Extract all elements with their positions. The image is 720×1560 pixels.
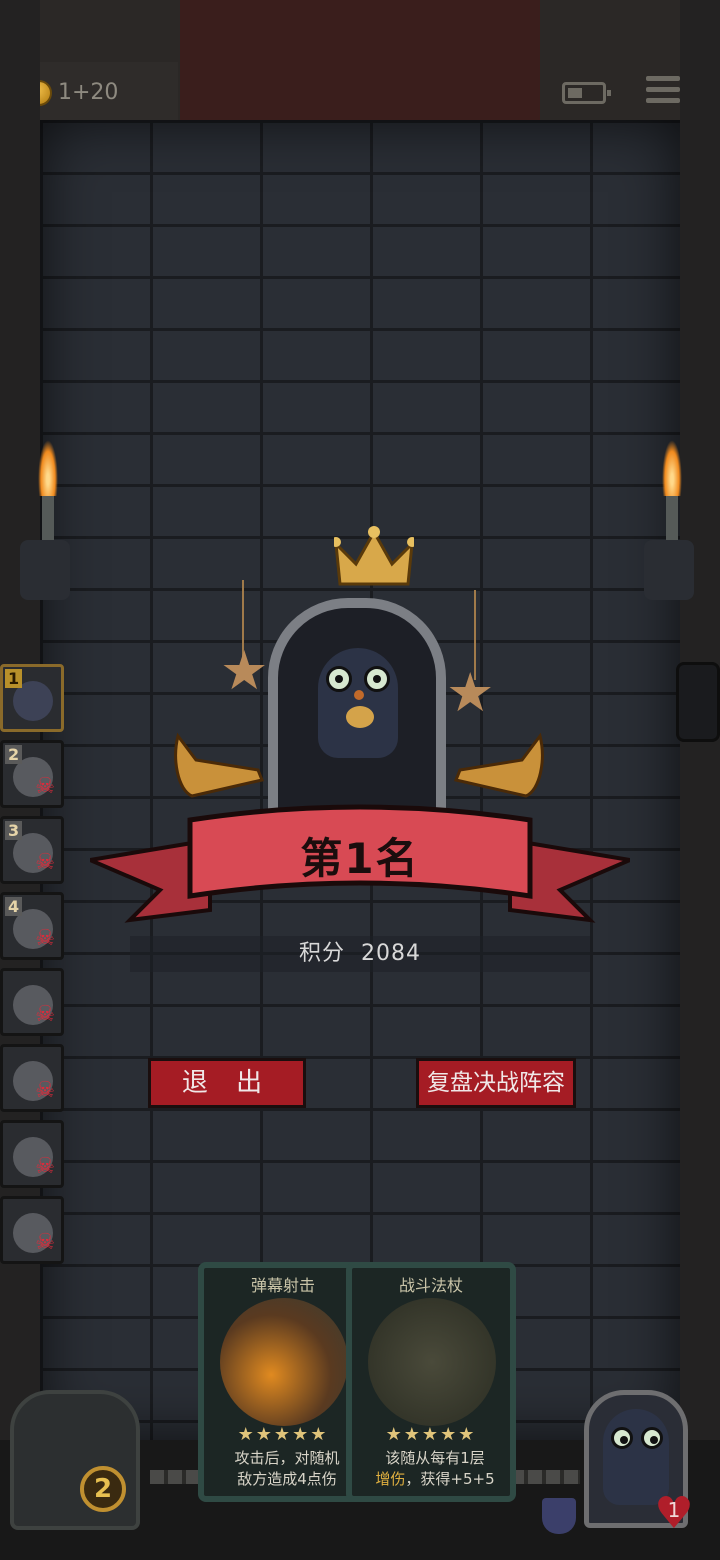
coin-counter: 1+20 <box>58 80 119 105</box>
shop-level-badge: 2 <box>80 1466 126 1512</box>
roster-slot-8[interactable]: ☠ <box>0 1196 64 1264</box>
skull-icon: ☠ <box>35 1230 55 1255</box>
rank-label: 第1名 <box>300 834 420 883</box>
first-place-emblem: ★ ★ 第1名 <box>90 520 630 940</box>
star-icon: ★ <box>220 639 269 702</box>
flame-icon <box>38 440 58 496</box>
roster-slot-7[interactable]: ☠ <box>0 1120 64 1188</box>
side-handle[interactable] <box>676 662 720 742</box>
score-label: 积分 <box>298 941 345 966</box>
roster-slot-6[interactable]: ☠ <box>0 1044 64 1112</box>
roster-rank: 2 <box>5 745 23 764</box>
flame-icon <box>662 440 682 496</box>
player-roster: 1 2 ☠ 3 ☠ 4 ☠ ☠ ☠ ☠ ☠ <box>0 664 70 1272</box>
score-display: 积分 2084 <box>130 936 590 972</box>
horn-icon <box>174 732 265 798</box>
roster-slot-1[interactable]: 1 <box>0 664 64 732</box>
tavern-shop-button[interactable] <box>10 1390 140 1530</box>
hero-health: 1 <box>667 1498 681 1522</box>
card-description: 该随从每有1层 增伤，获得+5+5 <box>375 1449 495 1488</box>
roster-rank: 3 <box>5 821 23 840</box>
menu-icon[interactable] <box>646 76 680 106</box>
skull-icon: ☠ <box>35 1154 55 1179</box>
top-curtain <box>180 0 540 122</box>
crown-icon <box>334 526 414 586</box>
roster-slot-5[interactable]: ☠ <box>0 968 64 1036</box>
card-stars: ★★★★★ <box>237 1424 329 1445</box>
exit-button[interactable]: 退 出 <box>148 1058 306 1108</box>
spell-card-2[interactable]: 战斗法杖 ★★★★★ 该随从每有1层 增伤，获得+5+5 <box>346 1262 516 1502</box>
roster-rank: 4 <box>5 897 23 916</box>
replay-lineup-button[interactable]: 复盘决战阵容 <box>416 1058 576 1108</box>
star-icon: ★ <box>446 661 495 724</box>
battery-icon <box>562 82 611 104</box>
card-name: 战斗法杖 <box>398 1276 463 1295</box>
roster-slot-2[interactable]: 2 ☠ <box>0 740 64 808</box>
card-description: 攻击后，对随机 敌方造成4点伤 <box>234 1449 340 1488</box>
skull-icon: ☠ <box>35 850 55 875</box>
card-art <box>368 1298 496 1426</box>
spell-card-1[interactable]: 弹幕射击 ★★★★★ 攻击后，对随机 敌方造成4点伤 <box>198 1262 368 1502</box>
right-pillar <box>680 0 720 1560</box>
card-art <box>220 1298 348 1426</box>
skull-icon: ☠ <box>35 1002 55 1027</box>
score-value: 2084 <box>361 941 421 966</box>
horn-icon <box>453 732 544 798</box>
roster-rank: 1 <box>5 669 23 688</box>
winner-portrait-frame <box>268 598 446 818</box>
roster-slot-3[interactable]: 3 ☠ <box>0 816 64 884</box>
torch-right <box>644 440 694 600</box>
card-name: 弹幕射击 <box>250 1276 315 1295</box>
skull-icon: ☠ <box>35 774 55 799</box>
torch-left <box>20 440 70 600</box>
skull-icon: ☠ <box>35 926 55 951</box>
roster-slot-4[interactable]: 4 ☠ <box>0 892 64 960</box>
skull-icon: ☠ <box>35 1078 55 1103</box>
card-stars: ★★★★★ <box>385 1424 477 1445</box>
shield-icon <box>542 1498 576 1534</box>
owl-hero-portrait <box>318 648 398 758</box>
